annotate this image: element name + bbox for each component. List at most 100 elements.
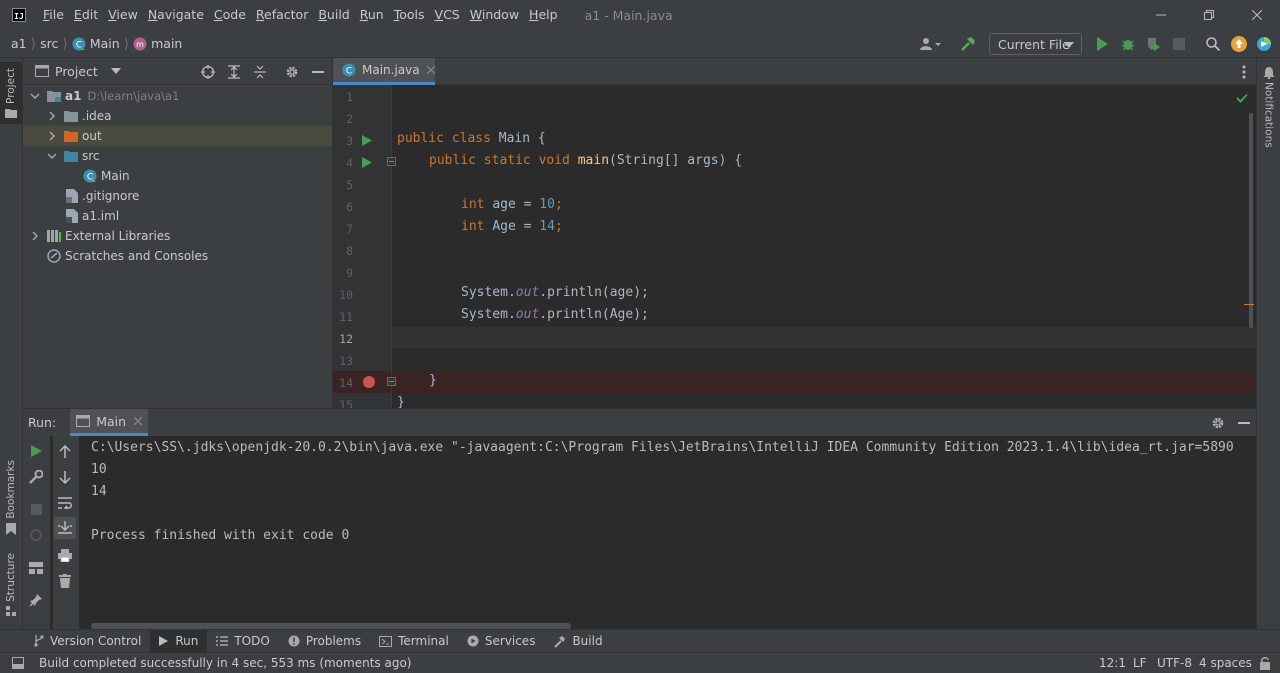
tool-tab-problems[interactable]: Problems xyxy=(279,630,370,653)
editor-tab-options-button[interactable] xyxy=(1237,64,1251,80)
svg-text:m: m xyxy=(136,40,144,49)
tree-item-a1-iml[interactable]: a1.iml xyxy=(23,206,332,226)
run-panel-options-button[interactable] xyxy=(1209,414,1227,432)
fold-icon xyxy=(386,156,396,166)
menu-build[interactable]: Build xyxy=(313,0,354,30)
breadcrumb-src[interactable]: src xyxy=(40,36,58,51)
file-encoding[interactable]: UTF-8 xyxy=(1157,656,1192,670)
tree-item-idea[interactable]: .idea xyxy=(23,106,332,126)
bookmarks-tool-button[interactable]: Bookmarks xyxy=(0,460,22,536)
menu-navigate[interactable]: Navigate xyxy=(143,0,209,30)
stop-run-button[interactable] xyxy=(28,501,44,517)
tree-item-path: D:\learn\java\a1 xyxy=(87,89,180,103)
close-tab-icon[interactable] xyxy=(426,66,435,74)
tree-item-src[interactable]: src xyxy=(23,146,332,166)
menu-window[interactable]: Window xyxy=(465,0,524,30)
scroll-to-end-button[interactable] xyxy=(54,517,76,539)
select-opened-file-button[interactable] xyxy=(199,63,217,81)
code-editor[interactable]: 1 2 3 4 5 6 7 8 9 10 11 12 13 14 15 publ… xyxy=(333,85,1256,408)
menu-tools[interactable]: Tools xyxy=(389,0,430,30)
tool-tab-todo[interactable]: TODO xyxy=(207,630,278,653)
tab-main-java[interactable]: C Main.java xyxy=(333,58,435,85)
code-with-me-button[interactable] xyxy=(1255,35,1273,53)
project-panel-title[interactable]: Project xyxy=(55,64,98,79)
print-button[interactable] xyxy=(57,547,73,563)
pin-tab-button[interactable] xyxy=(28,592,44,608)
read-only-toggle[interactable] xyxy=(1256,655,1274,671)
run-tab-main[interactable]: Main xyxy=(70,409,149,436)
tool-tab-version-control[interactable]: Version Control xyxy=(25,630,150,653)
chevron-down-icon xyxy=(30,93,40,99)
console-output[interactable]: C:\Users\SS\.jdks\openjdk-20.0.2\bin\jav… xyxy=(91,436,1256,630)
stop-button[interactable] xyxy=(1171,36,1187,52)
breadcrumb-main-class[interactable]: C Main xyxy=(72,36,120,51)
menu-edit[interactable]: Edit xyxy=(69,0,103,30)
clear-all-button[interactable] xyxy=(57,573,73,589)
fold-end-button[interactable] xyxy=(386,375,396,387)
update-button[interactable] xyxy=(1230,35,1248,53)
tool-tab-terminal[interactable]: Terminal xyxy=(370,630,458,653)
hide-panel-button[interactable] xyxy=(309,63,327,81)
menu-vcs[interactable]: VCS xyxy=(430,0,465,30)
notifications-tool-button[interactable]: Notifications xyxy=(1257,66,1280,156)
close-tab-icon[interactable] xyxy=(134,417,143,425)
next-occurrence-button[interactable] xyxy=(57,469,73,485)
layout-button[interactable] xyxy=(28,560,44,576)
menu-code[interactable]: Code xyxy=(209,0,251,30)
run-button[interactable] xyxy=(1094,36,1110,52)
structure-tool-button[interactable]: Structure xyxy=(0,553,22,623)
edit-configuration-button[interactable] xyxy=(28,469,44,485)
chevron-down-icon[interactable] xyxy=(110,68,121,74)
fold-method-button[interactable] xyxy=(386,155,396,167)
tree-item-a1[interactable]: a1 D:\learn\java\a1 xyxy=(23,86,332,106)
status-message[interactable]: Build completed successfully in 4 sec, 5… xyxy=(39,656,411,670)
tree-item-gitignore[interactable]: .gitignore xyxy=(23,186,332,206)
caret-position[interactable]: 12:1 xyxy=(1099,656,1126,670)
tree-item-external-libraries[interactable]: External Libraries xyxy=(23,226,332,246)
soft-wrap-button[interactable] xyxy=(57,495,73,511)
run-toolbar-secondary xyxy=(53,436,79,630)
tool-tab-run[interactable]: Run xyxy=(150,629,208,653)
collapse-all-button[interactable] xyxy=(251,63,269,81)
tree-item-out[interactable]: out xyxy=(23,126,332,146)
tree-item-main[interactable]: C Main xyxy=(23,166,332,186)
previous-occurrence-button[interactable] xyxy=(57,443,73,459)
project-options-button[interactable] xyxy=(283,63,301,81)
hide-run-panel-button[interactable] xyxy=(1235,414,1253,432)
code-line-15: } xyxy=(397,395,405,408)
restore-button[interactable] xyxy=(1186,0,1232,30)
search-everywhere-button[interactable] xyxy=(1204,36,1222,52)
project-tool-button[interactable]: Project xyxy=(0,62,22,124)
line-separator[interactable]: LF xyxy=(1133,656,1147,670)
menu-run[interactable]: Run xyxy=(355,0,389,30)
run-class-gutter-button[interactable] xyxy=(361,133,373,147)
menu-help[interactable]: Help xyxy=(524,0,563,30)
debug-snapshot-button[interactable] xyxy=(28,527,44,543)
rerun-button[interactable] xyxy=(28,443,44,459)
tree-item-scratches[interactable]: Scratches and Consoles xyxy=(23,246,332,266)
menu-refactor[interactable]: Refactor xyxy=(251,0,313,30)
tool-tab-build[interactable]: Build xyxy=(544,630,611,653)
breadcrumb-a1[interactable]: a1 xyxy=(11,36,27,51)
menu-file[interactable]: File xyxy=(38,0,69,30)
no-problems-indicator[interactable] xyxy=(1236,93,1248,103)
editor-scrollbar[interactable] xyxy=(1249,113,1253,328)
breakpoint-marker[interactable] xyxy=(362,375,376,389)
tool-tab-services[interactable]: Services xyxy=(458,630,545,653)
expand-all-button[interactable] xyxy=(225,63,243,81)
menu-view[interactable]: View xyxy=(103,0,143,30)
coverage-button[interactable] xyxy=(1144,36,1162,52)
run-configuration-dropdown[interactable]: Current File xyxy=(989,33,1082,55)
debug-button[interactable] xyxy=(1119,36,1137,52)
close-window-button[interactable] xyxy=(1234,0,1280,30)
minimize-button[interactable] xyxy=(1138,0,1184,30)
build-project-button[interactable] xyxy=(958,35,978,53)
user-account-button[interactable] xyxy=(918,36,944,52)
toggle-tool-windows-icon[interactable] xyxy=(12,657,24,669)
printer-icon xyxy=(58,548,72,562)
run-main-gutter-button[interactable] xyxy=(361,155,373,169)
breadcrumb-main-method[interactable]: m main xyxy=(133,36,182,51)
tool-window-bar: Version Control Run TODO Problems Termin… xyxy=(0,629,1280,653)
indent-setting[interactable]: 4 spaces xyxy=(1199,656,1252,670)
tree-item-label: src xyxy=(82,149,100,163)
